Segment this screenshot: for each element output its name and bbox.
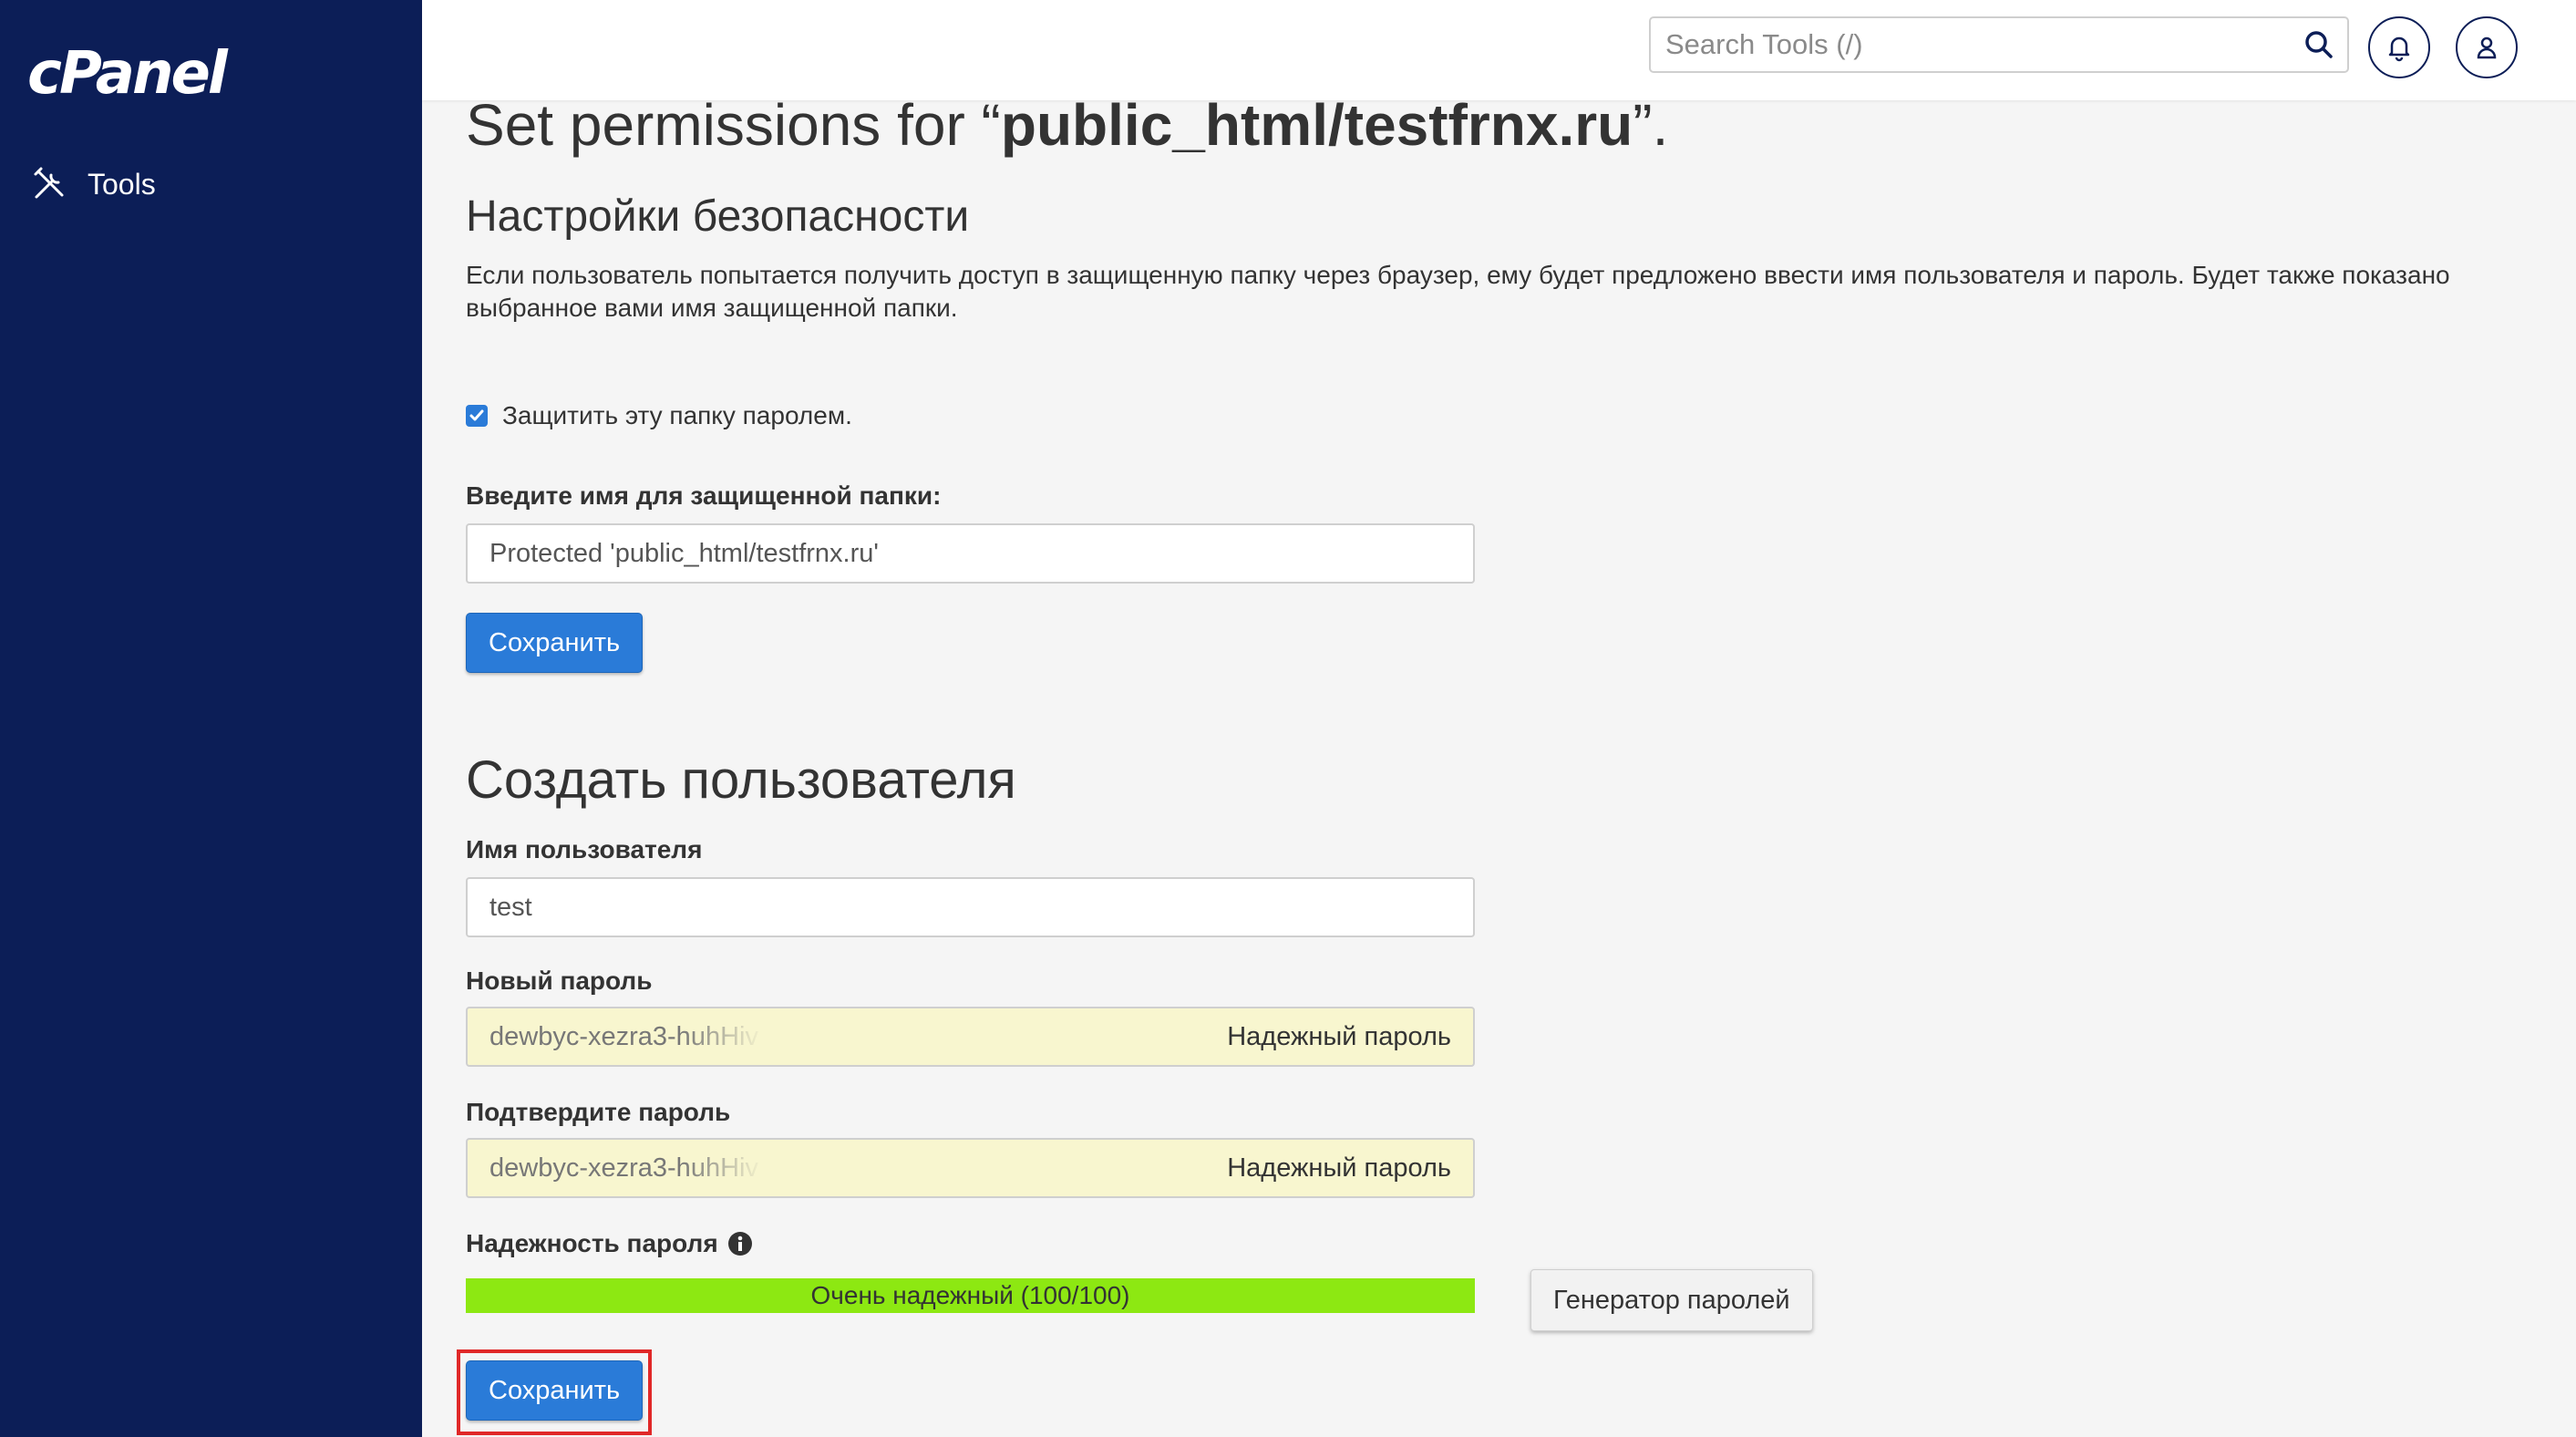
save-user-button[interactable]: Сохранить — [466, 1360, 644, 1421]
folder-name-field[interactable] — [466, 523, 1475, 584]
user-menu-button[interactable] — [2456, 16, 2518, 78]
protect-folder-row: Защитить эту папку паролем. — [466, 401, 852, 430]
top-bar — [422, 0, 2576, 100]
protect-folder-label[interactable]: Защитить эту папку паролем. — [502, 401, 852, 430]
page-title: Set permissions for “public_html/testfrn… — [466, 92, 1669, 158]
security-settings-heading: Настройки безопасности — [466, 192, 970, 241]
tools-icon — [34, 167, 64, 199]
folder-name-input[interactable] — [489, 538, 1451, 569]
create-user-heading: Создать пользователя — [466, 750, 1016, 810]
info-icon[interactable] — [727, 1231, 753, 1256]
checkmark-icon — [469, 409, 484, 421]
sidebar: cPanel Tools — [0, 0, 422, 1437]
search-input[interactable] — [1651, 18, 2303, 71]
bell-icon — [2388, 36, 2410, 62]
new-password-field[interactable]: dewbyc-xezra3-huhHiv Надежный пароль — [466, 1007, 1475, 1067]
confirm-password-value[interactable]: dewbyc-xezra3-huhHiv — [489, 1153, 763, 1184]
new-password-label: Новый пароль — [466, 967, 653, 995]
save-folder-button[interactable]: Сохранить — [466, 613, 644, 673]
search-box[interactable] — [1649, 16, 2349, 73]
password-generator-button[interactable]: Генератор паролей — [1530, 1269, 1813, 1331]
username-label: Имя пользователя — [466, 835, 703, 863]
password-strength-label: Надежность пароля — [466, 1229, 753, 1258]
confirm-password-label: Подтвердите пароль — [466, 1098, 731, 1126]
sidebar-item-label: Tools — [88, 167, 156, 201]
username-field[interactable] — [466, 877, 1475, 937]
password-strength-label-text: Надежность пароля — [466, 1229, 718, 1257]
search-icon[interactable] — [2303, 29, 2334, 60]
page-title-path: public_html/testfrnx.ru — [1000, 92, 1633, 158]
new-password-strength-hint: Надежный пароль — [1227, 1021, 1451, 1051]
protect-folder-checkbox[interactable] — [466, 405, 488, 427]
cpanel-logo[interactable]: cPanel — [27, 40, 228, 108]
confirm-password-strength-hint: Надежный пароль — [1227, 1153, 1451, 1183]
confirm-password-field[interactable]: dewbyc-xezra3-huhHiv Надежный пароль — [466, 1138, 1475, 1198]
notifications-button[interactable] — [2368, 16, 2430, 78]
user-icon — [2477, 36, 2497, 59]
sidebar-item-tools[interactable]: Tools — [31, 164, 156, 204]
folder-name-label: Введите имя для защищенной папки: — [466, 481, 942, 510]
new-password-value[interactable]: dewbyc-xezra3-huhHiv — [489, 1022, 763, 1052]
password-strength-meter: Очень надежный (100/100) — [466, 1278, 1475, 1313]
username-input[interactable] — [489, 892, 1451, 923]
security-description: Если пользователь попытается получить до… — [466, 261, 2450, 322]
